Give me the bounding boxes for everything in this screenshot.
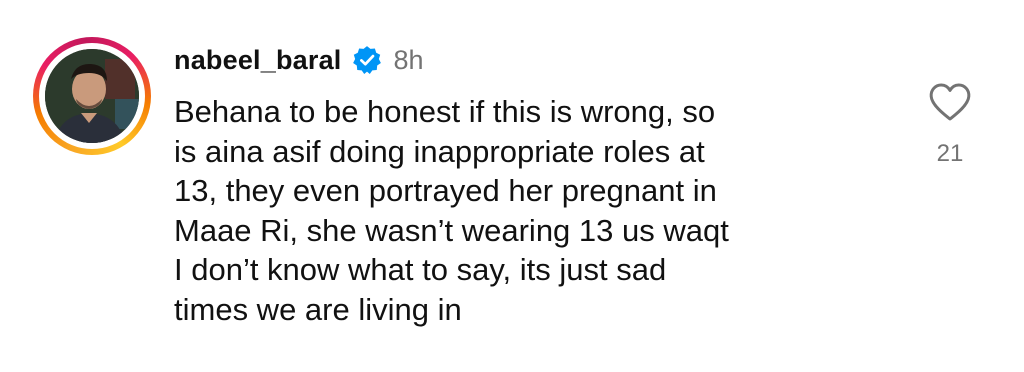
avatar-image [45, 49, 139, 143]
verified-badge-icon [352, 45, 382, 75]
username-link[interactable]: nabeel_baral [174, 45, 342, 76]
comment-header: nabeel_baral 8h [174, 40, 424, 80]
story-ring[interactable] [33, 37, 151, 155]
avatar[interactable] [45, 49, 139, 143]
like-section: 21 [915, 80, 985, 180]
comment-text: Behana to be honest if this is wrong, so… [174, 94, 729, 327]
comment-timestamp[interactable]: 8h [394, 45, 424, 76]
heart-outline-icon[interactable] [928, 82, 972, 122]
like-count[interactable]: 21 [915, 140, 985, 168]
comment-item: nabeel_baral 8h Behana to be honest if t… [0, 0, 1024, 372]
